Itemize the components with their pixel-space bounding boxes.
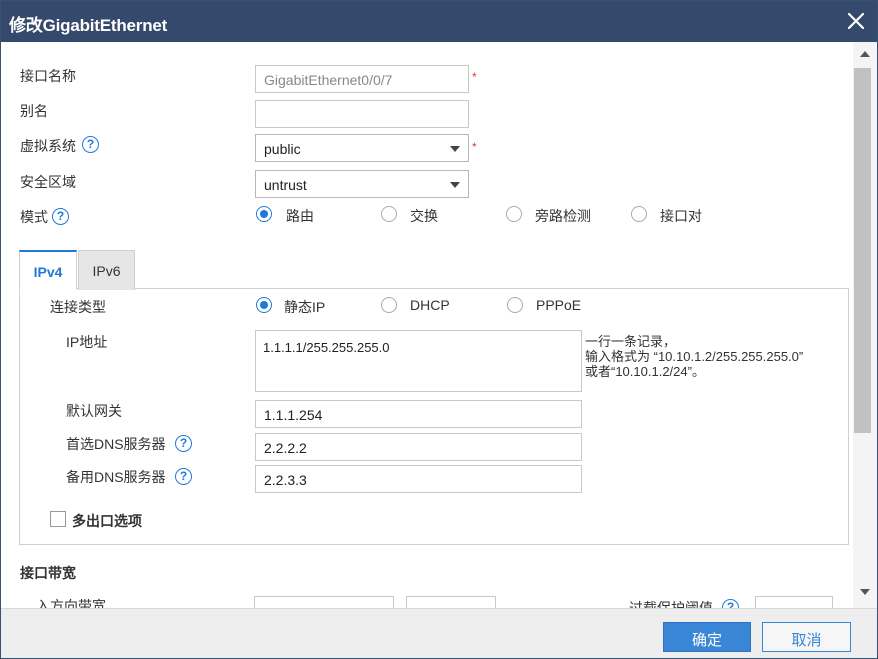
mode-option-route-label: 路由 [286, 208, 314, 224]
connection-radio-dhcp[interactable] [381, 297, 397, 313]
inbound-bandwidth-input[interactable] [254, 596, 394, 608]
connection-radio-static[interactable] [256, 297, 272, 313]
chevron-down-icon [450, 182, 460, 188]
security-zone-label: 安全区域 [20, 174, 76, 190]
primary-dns-input[interactable]: 2.2.2.2 [255, 433, 582, 461]
dialog-titlebar: 修改GigabitEthernet [1, 1, 877, 42]
virtual-system-select[interactable]: public [255, 134, 469, 162]
mode-help-icon[interactable]: ? [52, 208, 69, 225]
chevron-down-icon [450, 146, 460, 152]
scroll-down-icon[interactable] [860, 589, 870, 595]
interface-name-input: GigabitEthernet0/0/7 [255, 65, 469, 93]
mode-option-switch-label: 交换 [410, 208, 438, 224]
cancel-button[interactable]: 取消 [762, 622, 851, 652]
overload-threshold-label: 过载保护阈值 [629, 600, 713, 608]
close-icon[interactable] [845, 10, 867, 32]
connection-type-label: 连接类型 [50, 299, 106, 315]
virtual-system-label: 虚拟系统 [20, 138, 76, 154]
default-gateway-label: 默认网关 [66, 403, 122, 419]
security-zone-select[interactable]: untrust [255, 170, 469, 198]
connection-radio-pppoe[interactable] [507, 297, 523, 313]
mode-option-bypass-label: 旁路检测 [535, 208, 591, 224]
hint-line: 一行一条记录， [585, 334, 677, 349]
tab-ipv6[interactable]: IPv6 [78, 250, 135, 290]
secondary-dns-input[interactable]: 2.2.3.3 [255, 465, 582, 493]
scroll-thumb[interactable] [854, 68, 871, 433]
inbound-bandwidth-unit-select[interactable] [406, 596, 496, 608]
vertical-scrollbar[interactable] [853, 42, 877, 608]
virtual-system-help-icon[interactable]: ? [82, 136, 99, 153]
mode-radio-route[interactable] [256, 206, 272, 222]
dialog-title: 修改GigabitEthernet [9, 16, 168, 35]
connection-option-dhcp-label: DHCP [410, 297, 450, 313]
scroll-up-icon[interactable] [860, 51, 870, 57]
alias-label: 别名 [20, 103, 48, 119]
alias-input[interactable] [255, 100, 469, 128]
secondary-dns-help-icon[interactable]: ? [175, 468, 192, 485]
multi-egress-label: 多出口选项 [72, 513, 142, 529]
virtual-system-value: public [264, 141, 301, 157]
overload-threshold-help-icon[interactable]: ? [722, 599, 739, 608]
dialog-footer: 确定 取消 [1, 608, 877, 658]
ip-address-label: IP地址 [66, 334, 108, 350]
tab-ipv4[interactable]: IPv4 [19, 250, 77, 290]
connection-option-pppoe-label: PPPoE [536, 297, 582, 313]
multi-egress-checkbox[interactable] [50, 511, 66, 527]
hint-line: 或者“10.10.1.2/24”。 [585, 364, 705, 379]
mode-label: 模式 [20, 209, 48, 225]
mode-radio-switch[interactable] [381, 206, 397, 222]
security-zone-value: untrust [264, 177, 307, 193]
interface-name-label: 接口名称 [20, 68, 76, 84]
default-gateway-input[interactable]: 1.1.1.254 [255, 400, 582, 428]
connection-option-static-label: 静态IP [284, 299, 326, 315]
mode-option-pair-label: 接口对 [660, 208, 702, 224]
bandwidth-section-title: 接口带宽 [20, 565, 76, 581]
ip-address-textarea[interactable]: 1.1.1.1/255.255.255.0 [255, 330, 582, 392]
primary-dns-label: 首选DNS服务器 [66, 436, 166, 452]
ip-address-hint: 一行一条记录， 输入格式为 “10.10.1.2/255.255.255.0” … [585, 334, 803, 379]
mode-radio-pair[interactable] [631, 206, 647, 222]
edit-interface-dialog: 修改GigabitEthernet 接口名称 GigabitEthernet0/… [0, 0, 878, 659]
overload-threshold-input[interactable] [755, 596, 833, 608]
mode-radio-bypass[interactable] [506, 206, 522, 222]
required-mark: * [472, 140, 477, 154]
secondary-dns-label: 备用DNS服务器 [66, 469, 166, 485]
primary-dns-help-icon[interactable]: ? [175, 435, 192, 452]
required-mark: * [472, 70, 477, 84]
hint-line: 输入格式为 “10.10.1.2/255.255.255.0” [585, 349, 804, 364]
ok-button[interactable]: 确定 [663, 622, 751, 652]
inbound-bandwidth-label: 入方向带宽 [36, 598, 106, 608]
dialog-content: 接口名称 GigabitEthernet0/0/7 * 别名 虚拟系统 ? pu… [1, 42, 853, 608]
